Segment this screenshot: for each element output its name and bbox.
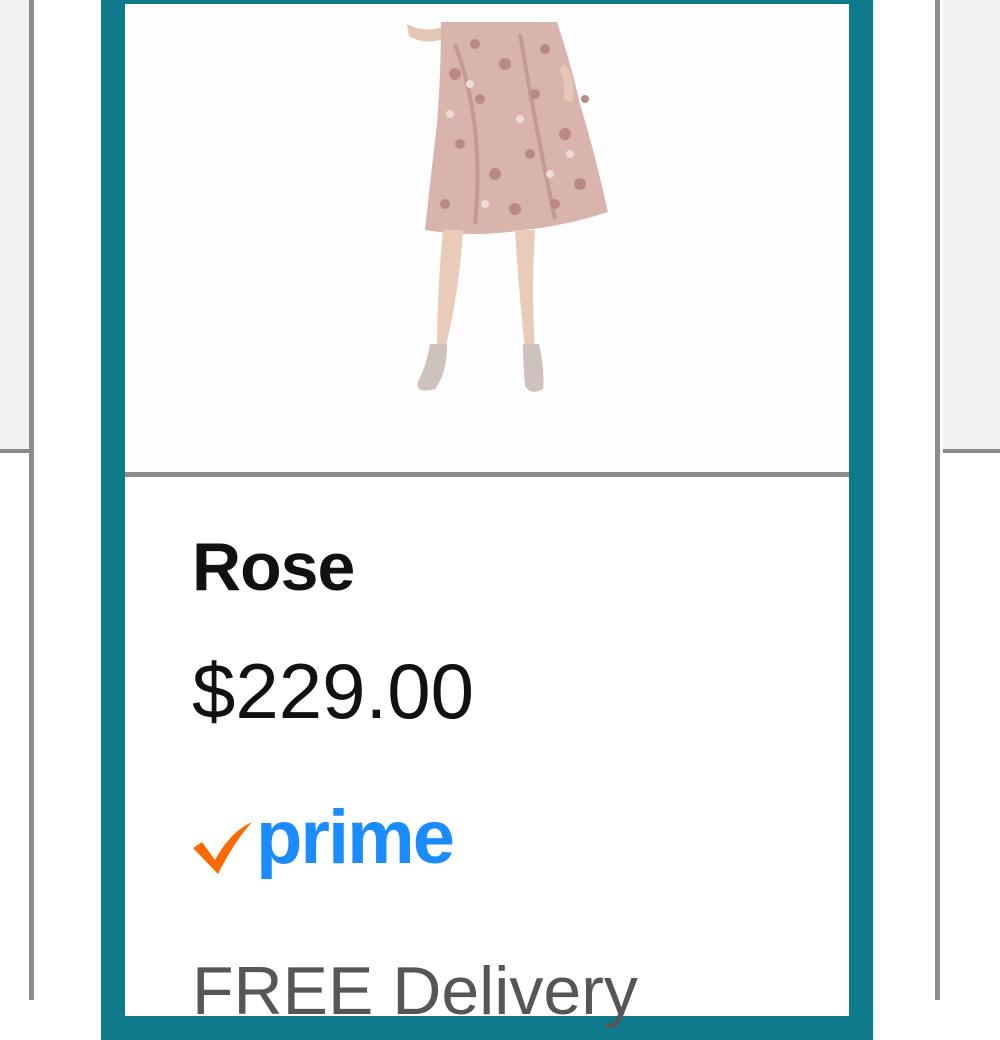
prime-check-icon	[193, 822, 252, 874]
prime-badge: prime	[190, 794, 510, 884]
previous-card-border	[29, 0, 34, 1000]
previous-product-image[interactable]	[0, 0, 29, 452]
product-image[interactable]	[125, 4, 849, 472]
prime-label: prime	[256, 795, 455, 880]
next-card-border	[935, 0, 940, 1000]
delivery-info: FREE Delivery	[192, 953, 638, 1029]
dress-photo	[407, 22, 608, 392]
previous-card-divider	[0, 449, 31, 453]
next-product-card[interactable]	[935, 0, 1000, 1000]
product-price: $229.00	[192, 647, 474, 735]
product-title[interactable]: Rose	[192, 528, 355, 606]
next-card-divider	[943, 449, 1000, 453]
next-product-image[interactable]	[943, 0, 1000, 452]
product-card-selected[interactable]: Rose $229.00 prime FREE Delivery	[101, 0, 873, 1040]
card-divider	[125, 472, 849, 477]
previous-product-card[interactable]	[0, 0, 36, 1000]
